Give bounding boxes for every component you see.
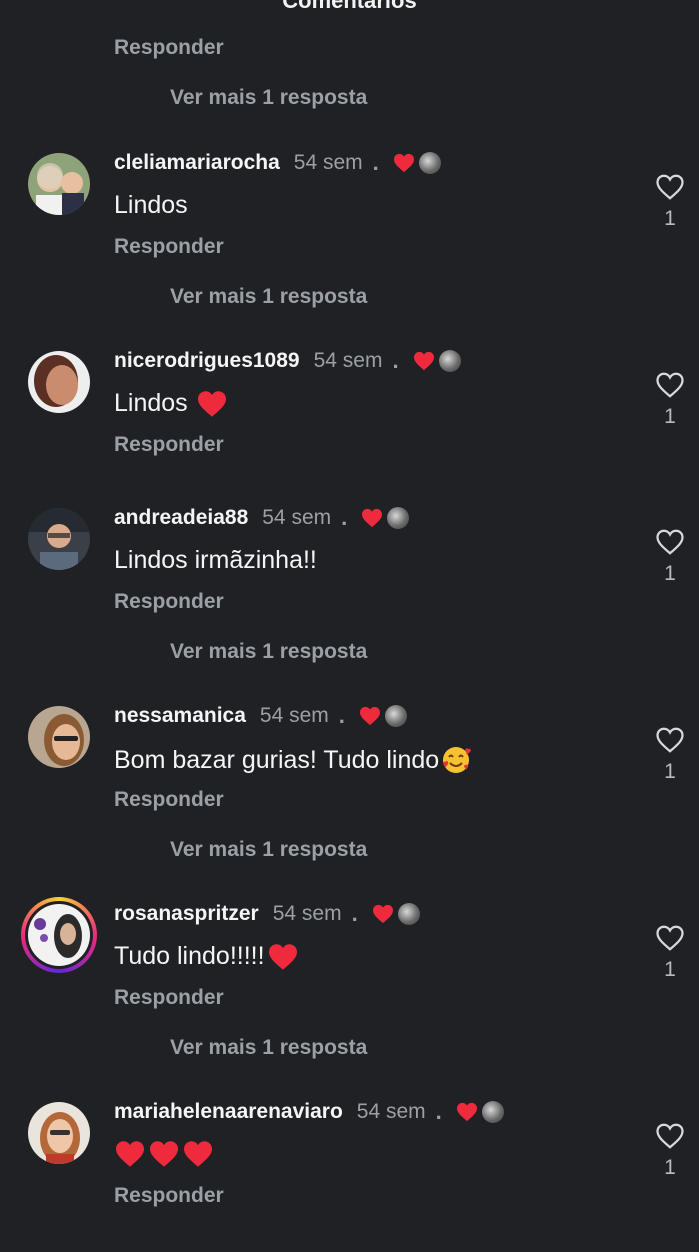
view-more-replies[interactable]: Ver mais 1 resposta <box>170 640 367 664</box>
timestamp: 54 sem <box>293 151 363 174</box>
avatar[interactable] <box>28 706 90 768</box>
reply-button[interactable]: Responder <box>114 1184 224 1208</box>
creator-avatar-icon <box>397 903 420 925</box>
like-count: 1 <box>664 760 676 783</box>
separator-dot: . <box>392 348 399 373</box>
view-more-replies[interactable]: Ver mais 1 resposta <box>170 838 367 862</box>
comment-text: Tudo lindo!!!!! <box>114 942 299 971</box>
comment-item: nessamanica 54 sem . Bom bazar gurias! T… <box>0 703 699 861</box>
comment-text: Lindos <box>114 389 228 418</box>
like-heart-icon[interactable] <box>655 1122 685 1150</box>
comment-text: Lindos <box>114 191 188 220</box>
smiling-face-with-hearts-emoji-icon <box>440 744 472 776</box>
comment-text-content: Lindos irmãzinha!! <box>114 546 317 574</box>
avatar <box>28 904 90 966</box>
creator-liked-heart-icon <box>361 508 383 528</box>
like-count: 1 <box>664 958 676 981</box>
username[interactable]: cleliamariarocha <box>114 151 280 175</box>
username[interactable]: nessamanica <box>114 704 246 728</box>
creator-liked-heart-icon <box>359 706 381 726</box>
username[interactable]: rosanaspritzer <box>114 902 259 926</box>
reply-button[interactable]: Responder <box>114 433 224 457</box>
comment-item: mariahelenaarenaviaro 54 sem . Responder… <box>0 1099 699 1252</box>
timestamp: 54 sem <box>272 902 342 925</box>
comment-text-content: Bom bazar gurias! Tudo lindo <box>114 745 440 774</box>
creator-avatar-icon <box>438 350 461 372</box>
username[interactable]: nicerodrigues1089 <box>114 349 300 373</box>
like-count: 1 <box>664 207 676 230</box>
red-heart-emoji-icon <box>267 943 299 971</box>
page-title: Comentários <box>282 0 417 13</box>
separator-dot: . <box>435 1099 442 1124</box>
creator-avatar-icon <box>481 1101 504 1123</box>
reply-button[interactable]: Responder <box>114 986 224 1010</box>
like-heart-icon[interactable] <box>655 726 685 754</box>
like-count: 1 <box>664 562 676 585</box>
avatar[interactable] <box>28 508 90 570</box>
username[interactable]: mariahelenaarenaviaro <box>114 1100 343 1124</box>
reply-button[interactable]: Responder <box>114 590 224 614</box>
separator-dot: . <box>338 703 345 728</box>
timestamp: 54 sem <box>356 1100 426 1123</box>
creator-liked-heart-icon <box>456 1102 478 1122</box>
creator-liked-heart-icon <box>393 153 415 173</box>
comment-item: cleliamariarocha 54 sem . Lindos Respond… <box>0 150 699 308</box>
avatar[interactable] <box>28 1102 90 1164</box>
avatar[interactable] <box>28 351 90 413</box>
separator-dot: . <box>372 150 379 175</box>
red-heart-emoji-icon <box>196 390 228 418</box>
like-count: 1 <box>664 1156 676 1179</box>
reply-button[interactable]: Responder <box>114 36 224 60</box>
comment-text-content: Tudo lindo!!!!! <box>114 942 265 970</box>
comment-text: Lindos irmãzinha!! <box>114 546 317 575</box>
timestamp: 54 sem <box>259 704 329 727</box>
avatar-story-ring[interactable] <box>21 897 97 973</box>
separator-dot: . <box>341 505 348 530</box>
like-heart-icon[interactable] <box>655 528 685 556</box>
reply-button[interactable]: Responder <box>114 235 224 259</box>
like-heart-icon[interactable] <box>655 371 685 399</box>
comment-text <box>114 1140 214 1168</box>
username[interactable]: andreadeia88 <box>114 506 248 530</box>
red-heart-emoji-icon <box>182 1140 214 1168</box>
comment-item: andreadeia88 54 sem . Lindos irmãzinha!!… <box>0 505 699 663</box>
creator-avatar-icon <box>384 705 407 727</box>
like-heart-icon[interactable] <box>655 173 685 201</box>
creator-liked-heart-icon <box>413 351 435 371</box>
timestamp: 54 sem <box>262 506 332 529</box>
creator-liked-heart-icon <box>372 904 394 924</box>
avatar[interactable] <box>28 153 90 215</box>
view-more-replies[interactable]: Ver mais 1 resposta <box>170 86 367 110</box>
comment-text-content: Lindos <box>114 191 188 219</box>
timestamp: 54 sem <box>313 349 383 372</box>
separator-dot: . <box>351 901 358 926</box>
view-more-replies[interactable]: Ver mais 1 resposta <box>170 1036 367 1060</box>
comment-item: nicerodrigues1089 54 sem . Lindos Respon… <box>0 348 699 501</box>
red-heart-emoji-icon <box>148 1140 180 1168</box>
creator-avatar-icon <box>387 507 410 529</box>
comment-text: Bom bazar gurias! Tudo lindo <box>114 744 472 776</box>
creator-avatar-icon <box>418 152 441 174</box>
view-more-replies[interactable]: Ver mais 1 resposta <box>170 285 367 309</box>
like-heart-icon[interactable] <box>655 924 685 952</box>
comment-item: rosanaspritzer 54 sem . Tudo lindo!!!!! … <box>0 897 699 1059</box>
red-heart-emoji-icon <box>114 1140 146 1168</box>
like-count: 1 <box>664 405 676 428</box>
comment-text-content: Lindos <box>114 389 188 417</box>
reply-button[interactable]: Responder <box>114 788 224 812</box>
